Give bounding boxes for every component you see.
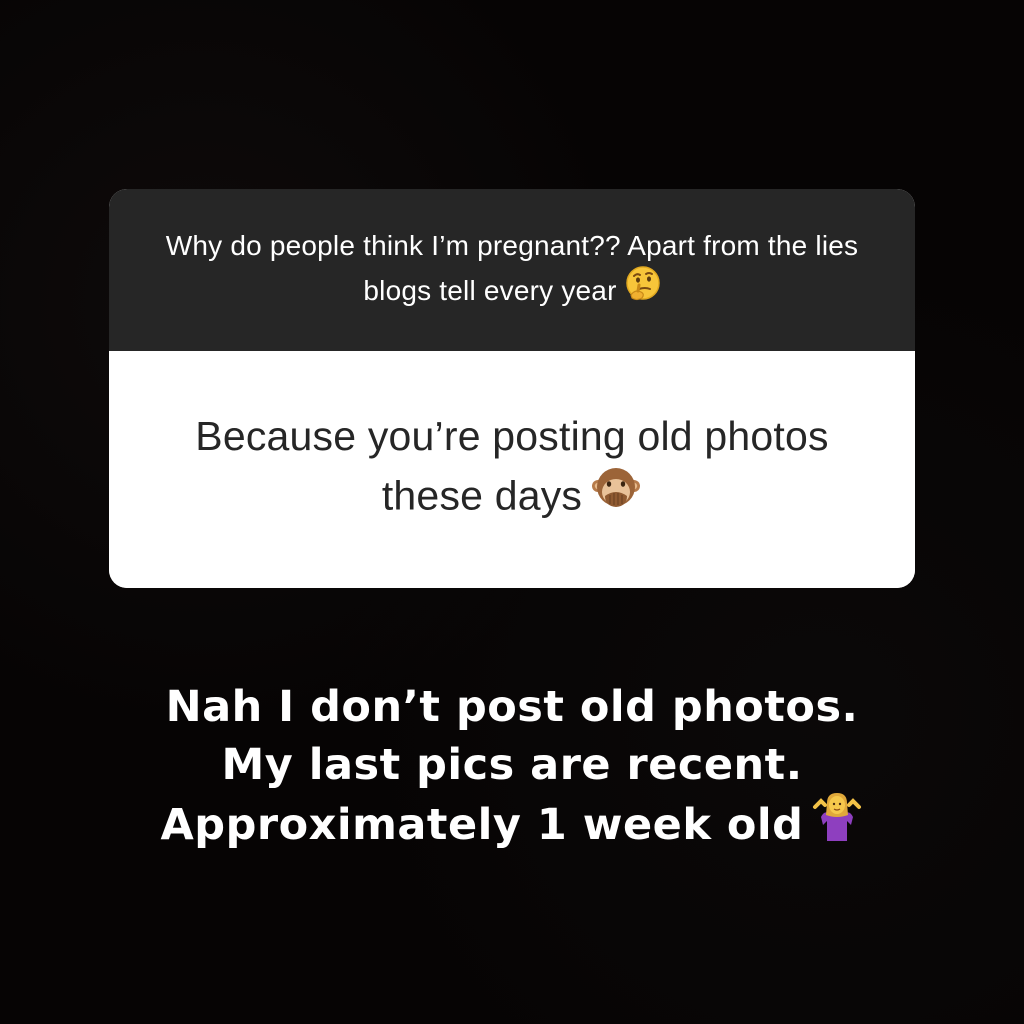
reply-caption: Nah I don’t post old photos. My last pic… (140, 678, 884, 861)
thinking-face-icon (625, 265, 661, 314)
answer-text: Because you’re posting old photos these … (195, 413, 829, 519)
question-text-wrapper: Why do people think I’m pregnant?? Apart… (149, 223, 875, 317)
answer-body: Because you’re posting old photos these … (109, 351, 915, 588)
person-shrugging-icon (811, 791, 863, 858)
story-background: Why do people think I’m pregnant?? Apart… (0, 0, 1024, 1024)
see-no-evil-monkey-icon (590, 462, 642, 529)
reply-text: Nah I don’t post old photos. My last pic… (160, 682, 859, 850)
question-text: Why do people think I’m pregnant?? Apart… (165, 229, 859, 306)
question-sticker: Why do people think I’m pregnant?? Apart… (109, 189, 915, 588)
answer-text-wrapper: Because you’re posting old photos these … (169, 407, 855, 532)
question-header: Why do people think I’m pregnant?? Apart… (109, 189, 915, 351)
